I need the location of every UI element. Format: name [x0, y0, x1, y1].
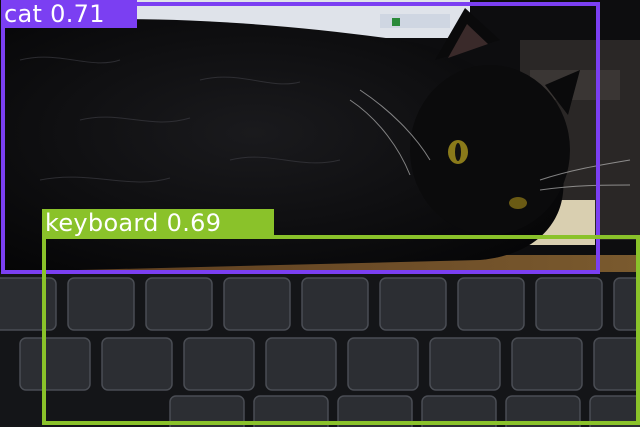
cat-detection-label: cat 0.71 — [1, 0, 137, 28]
cat-confidence: 0.71 — [50, 0, 105, 28]
keyboard-confidence: 0.69 — [166, 209, 222, 237]
detection-scene: cat 0.71 keyboard 0.69 — [0, 0, 640, 427]
keyboard-detection-label: keyboard 0.69 — [42, 209, 274, 237]
keyboard-class-name: keyboard — [45, 209, 159, 237]
keyboard-bounding-box — [42, 235, 640, 425]
cat-class-name: cat — [4, 0, 43, 28]
